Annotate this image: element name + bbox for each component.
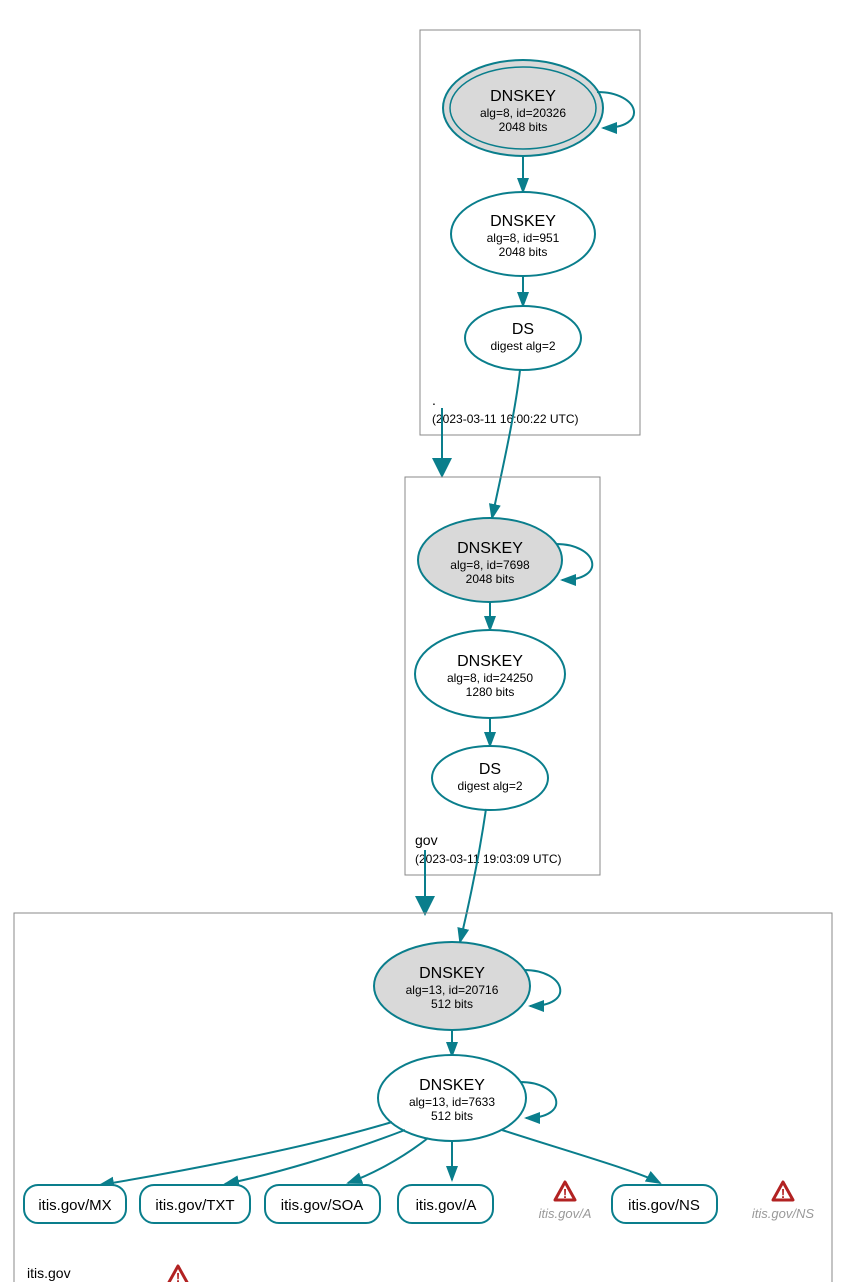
itis-ksk-line2: alg=13, id=20716 — [406, 983, 499, 997]
root-zsk-title: DNSKEY — [490, 213, 556, 230]
itis-ksk-title: DNSKEY — [419, 965, 485, 982]
gov-dnskey-ksk: DNSKEY alg=8, id=7698 2048 bits — [418, 518, 592, 602]
gov-zsk-line3: 1280 bits — [466, 685, 515, 699]
itis-zsk-line2: alg=13, id=7633 — [409, 1095, 495, 1109]
root-zone-timestamp: (2023-03-11 16:00:22 UTC) — [432, 412, 579, 426]
svg-text:itis.gov/TXT: itis.gov/TXT — [155, 1197, 234, 1214]
svg-text:itis.gov/SOA: itis.gov/SOA — [281, 1197, 364, 1214]
svg-text:!: ! — [563, 1186, 567, 1201]
rrset-mx: itis.gov/MX — [24, 1185, 126, 1223]
root-ksk-title: DNSKEY — [490, 88, 556, 105]
itis-dnskey-zsk: DNSKEY alg=13, id=7633 512 bits — [378, 1055, 556, 1141]
gov-ds: DS digest alg=2 — [432, 746, 548, 810]
svg-text:itis.gov/A: itis.gov/A — [539, 1206, 592, 1221]
root-dnskey-ksk: DNSKEY alg=8, id=20326 2048 bits — [443, 60, 634, 156]
gov-ds-line2: digest alg=2 — [457, 779, 522, 793]
gov-ksk-line3: 2048 bits — [466, 572, 515, 586]
root-dnskey-zsk: DNSKEY alg=8, id=951 2048 bits — [451, 192, 595, 276]
warning-ns: ! itis.gov/NS — [752, 1182, 814, 1221]
warning-a: ! itis.gov/A — [539, 1182, 592, 1221]
gov-ds-title: DS — [479, 761, 501, 778]
root-ds-title: DS — [512, 321, 534, 338]
rrset-a: itis.gov/A — [398, 1185, 493, 1223]
gov-zsk-line2: alg=8, id=24250 — [447, 671, 533, 685]
root-zone-label: . — [432, 392, 436, 408]
edge-zsk-mx — [100, 1122, 392, 1185]
edge-root-ds-to-gov-ksk — [492, 370, 520, 518]
rrset-ns: itis.gov/NS — [612, 1185, 717, 1223]
gov-dnskey-zsk: DNSKEY alg=8, id=24250 1280 bits — [415, 630, 565, 718]
root-zsk-line3: 2048 bits — [499, 245, 548, 259]
root-ksk-line3: 2048 bits — [499, 120, 548, 134]
itis-dnskey-ksk: DNSKEY alg=13, id=20716 512 bits — [374, 942, 560, 1030]
zone-gov: DNSKEY alg=8, id=7698 2048 bits DNSKEY a… — [405, 477, 600, 875]
edge-zsk-soa — [348, 1138, 428, 1183]
rrset-soa: itis.gov/SOA — [265, 1185, 380, 1223]
svg-text:itis.gov/MX: itis.gov/MX — [38, 1197, 111, 1214]
gov-ksk-line2: alg=8, id=7698 — [450, 558, 530, 572]
zone-itis: DNSKEY alg=13, id=20716 512 bits DNSKEY … — [14, 913, 832, 1282]
svg-text:!: ! — [176, 1270, 180, 1282]
itis-ksk-line3: 512 bits — [431, 997, 473, 1011]
zone-warning-icon: ! — [168, 1266, 188, 1282]
edge-zsk-ns — [502, 1130, 660, 1183]
rrset-txt: itis.gov/TXT — [140, 1185, 250, 1223]
root-ds: DS digest alg=2 — [465, 306, 581, 370]
gov-zone-label: gov — [415, 832, 438, 848]
itis-zsk-title: DNSKEY — [419, 1077, 485, 1094]
svg-text:itis.gov/A: itis.gov/A — [416, 1197, 477, 1214]
svg-text:!: ! — [781, 1186, 785, 1201]
root-ksk-line2: alg=8, id=20326 — [480, 106, 566, 120]
gov-zsk-title: DNSKEY — [457, 653, 523, 670]
root-ds-line2: digest alg=2 — [490, 339, 555, 353]
gov-ksk-title: DNSKEY — [457, 540, 523, 557]
itis-zone-label: itis.gov — [27, 1265, 71, 1281]
root-zsk-line2: alg=8, id=951 — [487, 231, 560, 245]
svg-text:itis.gov/NS: itis.gov/NS — [752, 1206, 814, 1221]
zone-root: DNSKEY alg=8, id=20326 2048 bits DNSKEY … — [420, 30, 640, 435]
itis-zsk-line3: 512 bits — [431, 1109, 473, 1123]
gov-zone-timestamp: (2023-03-11 19:03:09 UTC) — [415, 852, 562, 866]
svg-text:itis.gov/NS: itis.gov/NS — [628, 1197, 700, 1214]
